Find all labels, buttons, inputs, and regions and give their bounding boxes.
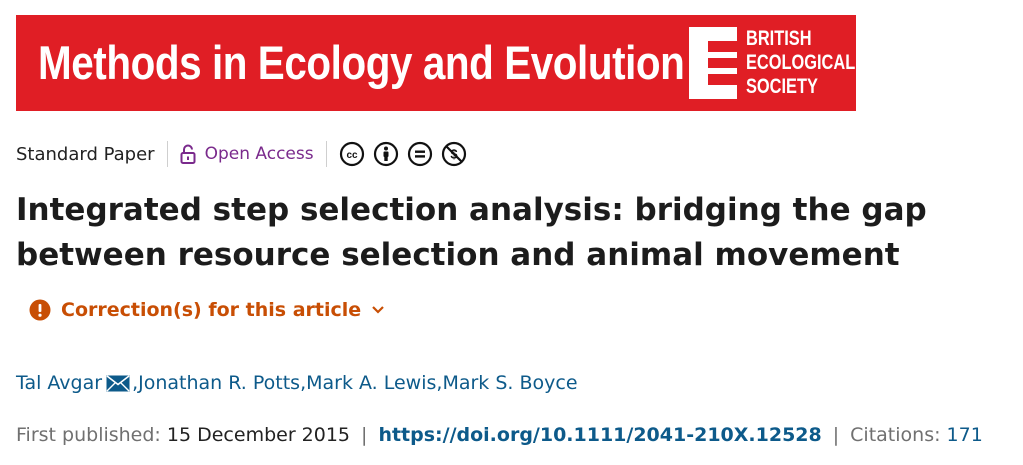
open-access-label: Open Access bbox=[204, 144, 314, 164]
chevron-down-icon bbox=[372, 306, 384, 314]
unlocked-padlock-icon bbox=[180, 144, 196, 164]
corrections-dropdown[interactable]: Correction(s) for this article bbox=[29, 296, 385, 324]
no-derivatives-icon bbox=[407, 141, 433, 167]
society-name: BRITISH ECOLOGICAL SOCIETY bbox=[746, 27, 855, 99]
society-line-1: BRITISH bbox=[746, 27, 812, 50]
publication-info: First published: 15 December 2015 | http… bbox=[16, 424, 983, 446]
by-attribution-icon bbox=[373, 141, 399, 167]
citations-count-link[interactable]: 171 bbox=[947, 424, 983, 446]
open-access-badge[interactable]: Open Access bbox=[180, 144, 314, 164]
divider bbox=[166, 141, 168, 167]
article-meta-row: Standard Paper Open Access cc bbox=[16, 140, 467, 168]
society-line-3: SOCIETY bbox=[746, 75, 818, 98]
journal-title: Methods in Ecology and Evolution bbox=[38, 36, 685, 89]
first-published-date: 15 December 2015 bbox=[166, 424, 351, 446]
citations-label: Citations: bbox=[850, 424, 941, 446]
doi-link[interactable]: https://doi.org/10.1111/2041-210X.12528 bbox=[378, 424, 821, 446]
license-icons[interactable]: cc $ bbox=[339, 141, 467, 167]
journal-banner[interactable]: Methods in Ecology and Evolution BRITISH… bbox=[16, 15, 856, 111]
first-published-label: First published: bbox=[16, 424, 161, 446]
separator: | bbox=[361, 424, 368, 446]
envelope-icon[interactable] bbox=[106, 374, 130, 392]
author-link[interactable]: Mark S. Boyce bbox=[442, 372, 577, 394]
cc-icon: cc bbox=[339, 141, 365, 167]
corrections-label: Correction(s) for this article bbox=[61, 299, 362, 321]
svg-text:cc: cc bbox=[346, 150, 358, 161]
separator: | bbox=[832, 424, 840, 446]
divider bbox=[325, 141, 327, 167]
alert-icon bbox=[29, 299, 51, 321]
non-commercial-icon: $ bbox=[441, 141, 467, 167]
author-list: Tal Avgar , Jonathan R. Potts , Mark A. … bbox=[16, 372, 578, 394]
article-title: Integrated step selection analysis: brid… bbox=[16, 192, 927, 273]
article-type: Standard Paper bbox=[16, 143, 155, 165]
author-link[interactable]: Tal Avgar bbox=[16, 372, 102, 394]
society-line-2: ECOLOGICAL bbox=[746, 51, 856, 74]
author-link[interactable]: Jonathan R. Potts bbox=[138, 372, 300, 394]
british-ecological-society-logo-icon bbox=[689, 27, 737, 99]
author-link[interactable]: Mark A. Lewis bbox=[306, 372, 436, 394]
